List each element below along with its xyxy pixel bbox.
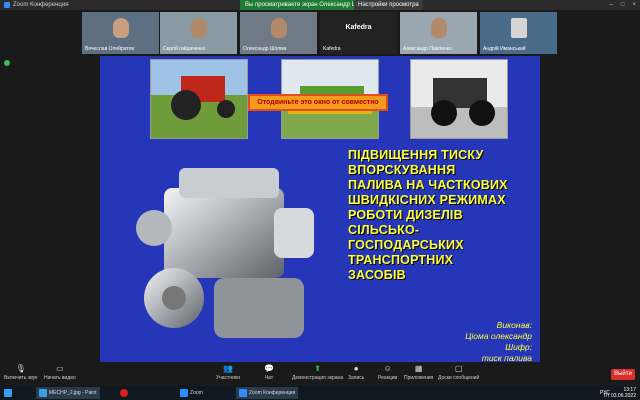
- engine-turbo: [274, 208, 314, 258]
- motoblock-wheel: [469, 100, 495, 126]
- start-video-button[interactable]: ▭ Начать видео: [44, 364, 76, 381]
- record-icon: ●: [353, 364, 359, 373]
- taskbar-paint[interactable]: MECHP_2.jpg - Paint: [36, 387, 100, 399]
- diesel-engine-image: [136, 168, 314, 338]
- camera-off-icon: ▭: [56, 364, 64, 373]
- window-titlebar: Zoom Конференция Вы просматриваете экран…: [0, 0, 640, 10]
- participant-name: Александр Павленко: [403, 46, 452, 52]
- share-screen-button[interactable]: ⬆ Демонстрация экрана: [292, 364, 343, 381]
- window-controls: – □ ×: [610, 0, 636, 10]
- chat-button[interactable]: 💬 Чат: [264, 364, 274, 381]
- windows-logo-icon: [4, 389, 12, 397]
- tractor-image: [150, 59, 248, 139]
- participant-tile[interactable]: Александр Павленко: [400, 12, 477, 54]
- cipher-value: тиск палива: [481, 353, 532, 362]
- slide-title: ПІДВИЩЕННЯ ТИСКУ ВПОРСКУВАННЯ ПАЛИВА НА …: [348, 148, 508, 282]
- participant-tile[interactable]: Вячеслав Олейратов: [82, 12, 159, 54]
- reactions-button[interactable]: ☺ Реакции: [378, 364, 397, 381]
- close-button[interactable]: ×: [632, 0, 636, 10]
- app-title-text: Zoom Конференция: [13, 2, 69, 8]
- taskbar-paint-label: MECHP_2.jpg - Paint: [49, 390, 97, 396]
- record-button[interactable]: ● Запись: [348, 364, 364, 381]
- unmute-button[interactable]: 🎙 Включить звук: [4, 364, 37, 381]
- taskbar-zoom-conference[interactable]: Zoom Конференция: [236, 387, 299, 399]
- whiteboard-icon: ▢: [454, 364, 463, 373]
- unmute-label: Включить звук: [4, 375, 38, 381]
- participant-tile[interactable]: Kafedra Kafedra: [320, 12, 397, 54]
- motoblock-wheel: [431, 100, 457, 126]
- engine-fan: [136, 210, 172, 246]
- window-overlap-notice: Отодвиньте это окно от совместно: [248, 94, 388, 111]
- zoom-icon: [180, 389, 188, 397]
- participant-strip: Вячеслав Олейратов Сергій гайдаченко Оле…: [0, 10, 640, 55]
- participants-label: Участники: [216, 375, 240, 381]
- apps-label: Приложения: [404, 375, 434, 381]
- taskbar-zoom[interactable]: Zoom: [180, 387, 203, 399]
- security-status-icon[interactable]: [4, 60, 10, 66]
- taskbar-zoom-label: Zoom: [190, 390, 203, 396]
- participant-video: [190, 18, 207, 38]
- opera-icon: [120, 389, 128, 397]
- meeting-toolbar: 🎙 Включить звук ▭ Начать видео 👥 Участни…: [0, 362, 640, 386]
- participant-name: Вячеслав Олейратов: [85, 46, 135, 52]
- app-title: Zoom Конференция: [4, 0, 68, 10]
- share-screen-icon: ⬆: [314, 364, 321, 373]
- author-name: Ціома олександр: [465, 331, 532, 341]
- participants-icon: 👥: [222, 364, 233, 373]
- participant-video: [510, 18, 527, 38]
- zoom-logo-icon: [4, 2, 10, 8]
- chat-icon: 💬: [264, 364, 274, 373]
- taskbar-zoom-conf-label: Zoom Конференция: [249, 390, 296, 396]
- system-clock[interactable]: 13:17 Пт 03.06.2022: [604, 387, 636, 399]
- clock-date: Пт 03.06.2022: [603, 393, 636, 399]
- paint-icon: [39, 389, 47, 397]
- start-video-label: Начать видео: [44, 375, 76, 381]
- whiteboards-button[interactable]: ▢ Доски сообщений: [438, 364, 479, 381]
- whiteboards-label: Доски сообщений: [438, 375, 480, 381]
- shared-screen: Отодвиньте это окно от совместно ПІДВИЩЕ…: [100, 56, 540, 362]
- tractor-front-wheel: [217, 100, 235, 118]
- record-label: Запись: [348, 375, 365, 381]
- share-screen-label: Демонстрация экрана: [292, 375, 344, 381]
- start-button[interactable]: [4, 387, 12, 399]
- participant-name: Андрій Иманський: [483, 46, 526, 52]
- cipher-label: Шифр:: [505, 342, 532, 352]
- view-options-button[interactable]: Настройки просмотра: [354, 0, 423, 10]
- apps-icon: ▦: [414, 364, 423, 373]
- microphone-muted-icon: 🎙: [15, 364, 26, 373]
- participant-video: [112, 18, 129, 38]
- participant-tile[interactable]: Андрій Иманський: [480, 12, 557, 54]
- minimize-button[interactable]: –: [610, 0, 613, 10]
- participant-tile[interactable]: Сергій гайдаченко: [160, 12, 237, 54]
- slide-author: Виконав: Ціома олександр Шифр: тиск пали…: [400, 320, 532, 362]
- tractor-wheel: [171, 90, 201, 120]
- participant-name: Kafedra: [323, 46, 341, 52]
- leave-meeting-button[interactable]: Выйти: [611, 369, 635, 380]
- chat-label: Чат: [264, 375, 274, 381]
- participant-avatar-label: Kafedra: [345, 24, 372, 31]
- participant-name: Олександр Шолма: [243, 46, 287, 52]
- participant-video: [270, 18, 287, 38]
- apps-button[interactable]: ▦ Приложения: [404, 364, 433, 381]
- reactions-icon: ☺: [383, 364, 392, 373]
- engine-pulley-hub: [162, 286, 186, 310]
- engine-block: [164, 188, 284, 278]
- engine-head: [179, 168, 279, 198]
- participant-name: Сергій гайдаченко: [163, 46, 206, 52]
- engine-sump: [214, 278, 304, 338]
- participant-tile[interactable]: Олександр Шолма: [240, 12, 317, 54]
- taskbar-opera[interactable]: [120, 387, 128, 399]
- maximize-button[interactable]: □: [621, 0, 625, 10]
- motoblock-image: [410, 59, 508, 139]
- reactions-label: Реакции: [378, 375, 398, 381]
- zoom-conference-icon: [239, 389, 247, 397]
- participants-button[interactable]: 👥 Участники: [216, 364, 240, 381]
- windows-taskbar: MECHP_2.jpg - Paint Zoom Zoom Конференци…: [0, 386, 640, 400]
- author-label: Виконав:: [496, 320, 532, 330]
- participant-video: [430, 18, 447, 38]
